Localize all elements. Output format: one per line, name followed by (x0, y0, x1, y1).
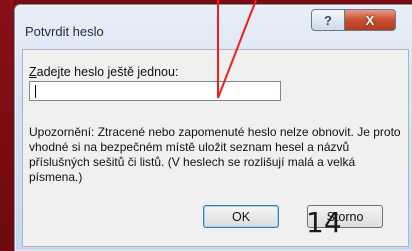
dialog-title: Potvrdit heslo (25, 24, 104, 39)
warning-text: Upozornění: Ztracené nebo zapomenuté hes… (29, 125, 401, 184)
slide-background: Potvrdit heslo ? X Zadejte heslo ještě j… (0, 0, 412, 251)
password-prompt-label: Zadejte heslo ještě jednou: (29, 65, 178, 79)
help-button[interactable]: ? (311, 9, 345, 31)
ok-button[interactable]: OK (203, 205, 279, 228)
help-icon: ? (324, 12, 332, 28)
dialog-client-area: Zadejte heslo ještě jednou: Upozornění: … (22, 49, 409, 247)
slide-page-number: 14 (306, 206, 342, 239)
confirm-password-dialog: Potvrdit heslo ? X Zadejte heslo ještě j… (14, 4, 412, 251)
slide-left-bar (0, 0, 14, 250)
prompt-accesskey: Z (29, 65, 37, 79)
title-bar-buttons: ? X (311, 9, 396, 31)
close-icon: X (365, 12, 375, 28)
text-caret (35, 85, 36, 98)
prompt-text: adejte heslo ještě jednou: (36, 65, 179, 79)
close-button[interactable]: X (345, 9, 396, 31)
password-input[interactable] (29, 81, 281, 101)
